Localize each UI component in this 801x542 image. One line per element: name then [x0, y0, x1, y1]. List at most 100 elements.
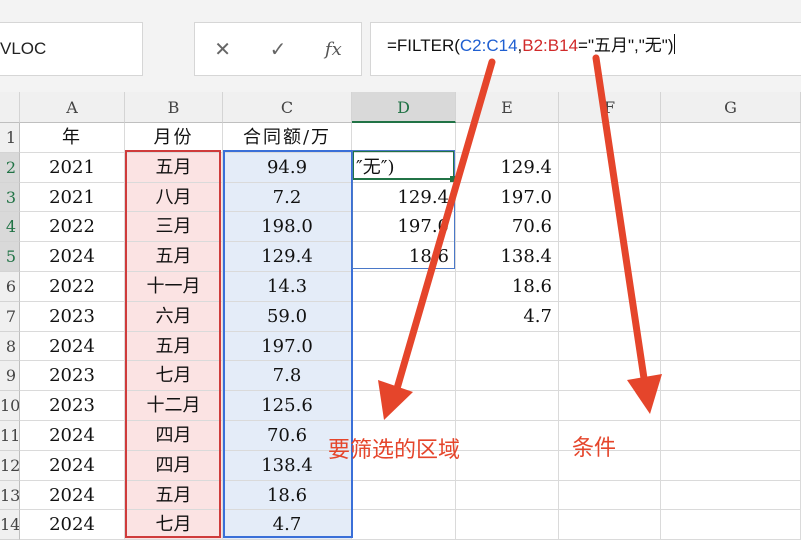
cell-b[interactable]: 十二月 — [125, 391, 223, 421]
cell-d[interactable]: 129.4 — [352, 183, 456, 212]
cell-g[interactable] — [661, 391, 801, 421]
row-header[interactable]: 7 — [0, 302, 20, 332]
cell-g[interactable] — [661, 212, 801, 242]
header-cell[interactable]: 年 — [20, 123, 125, 153]
row-header[interactable]: 6 — [0, 272, 20, 302]
cell-a[interactable]: 2022 — [20, 212, 125, 242]
cell-b[interactable]: 八月 — [125, 183, 223, 212]
cell-c[interactable]: 7.8 — [223, 361, 352, 391]
cell-f[interactable] — [559, 183, 661, 212]
cell-g[interactable] — [661, 183, 801, 212]
cell-f[interactable] — [559, 212, 661, 242]
cell-e[interactable] — [456, 391, 559, 421]
cell-g[interactable] — [661, 153, 801, 183]
header-cell[interactable] — [352, 123, 456, 153]
cell-e[interactable] — [456, 421, 559, 451]
column-header-c[interactable]: C — [223, 92, 352, 123]
cell-e[interactable]: 18.6 — [456, 272, 559, 302]
cell-d[interactable] — [352, 391, 456, 421]
cell-b[interactable]: 五月 — [125, 481, 223, 510]
row-header[interactable]: 13 — [0, 481, 20, 510]
cell-c[interactable]: 129.4 — [223, 242, 352, 272]
cell-a[interactable]: 2024 — [20, 332, 125, 361]
cell-f[interactable] — [559, 302, 661, 332]
row-header[interactable]: 9 — [0, 361, 20, 391]
cell-g[interactable] — [661, 481, 801, 510]
cell-c[interactable]: 14.3 — [223, 272, 352, 302]
cell-d[interactable] — [352, 272, 456, 302]
cell-e[interactable]: 138.4 — [456, 242, 559, 272]
cell-b[interactable]: 四月 — [125, 421, 223, 451]
cell-d[interactable] — [352, 302, 456, 332]
cell-e[interactable] — [456, 481, 559, 510]
cell-d[interactable]: 18.6 — [352, 242, 456, 272]
cell-g[interactable] — [661, 332, 801, 361]
cell-a[interactable]: 2023 — [20, 361, 125, 391]
cell-g[interactable] — [661, 451, 801, 481]
row-header[interactable]: 5 — [0, 242, 20, 272]
cell-g[interactable] — [661, 421, 801, 451]
row-header[interactable]: 12 — [0, 451, 20, 481]
cell-g[interactable] — [661, 361, 801, 391]
cell-c[interactable]: 59.0 — [223, 302, 352, 332]
name-box[interactable]: VLOC — [0, 22, 143, 76]
cell-a[interactable]: 2024 — [20, 451, 125, 481]
header-cell[interactable] — [559, 123, 661, 153]
cell-g[interactable] — [661, 242, 801, 272]
cell-c[interactable]: 7.2 — [223, 183, 352, 212]
cell-a[interactable]: 2023 — [20, 391, 125, 421]
select-all-corner[interactable] — [0, 92, 20, 123]
cell-f[interactable] — [559, 391, 661, 421]
row-header[interactable]: 11 — [0, 421, 20, 451]
column-header-b[interactable]: B — [125, 92, 223, 123]
cell-d[interactable]: 197.0 — [352, 212, 456, 242]
cell-a[interactable]: 2021 — [20, 153, 125, 183]
cell-c[interactable]: 125.6 — [223, 391, 352, 421]
cell-g[interactable] — [661, 302, 801, 332]
row-header[interactable]: 14 — [0, 510, 20, 540]
cell-c[interactable]: 198.0 — [223, 212, 352, 242]
column-header-d[interactable]: D — [352, 92, 456, 123]
cell-b[interactable]: 七月 — [125, 361, 223, 391]
cell-a[interactable]: 2024 — [20, 421, 125, 451]
row-header[interactable]: 4 — [0, 212, 20, 242]
cell-b[interactable]: 四月 — [125, 451, 223, 481]
cell-d[interactable] — [352, 481, 456, 510]
cell-b[interactable]: 三月 — [125, 212, 223, 242]
cell-f[interactable] — [559, 332, 661, 361]
cell-f[interactable] — [559, 272, 661, 302]
cell-a[interactable]: 2023 — [20, 302, 125, 332]
cell-d[interactable] — [352, 510, 456, 540]
cell-a[interactable]: 2024 — [20, 510, 125, 540]
cell-g[interactable] — [661, 510, 801, 540]
column-header-e[interactable]: E — [456, 92, 559, 123]
header-cell[interactable]: 合同额/万 — [223, 123, 352, 153]
row-header[interactable]: 1 — [0, 123, 20, 153]
cell-e[interactable]: 4.7 — [456, 302, 559, 332]
cell-e[interactable]: 129.4 — [456, 153, 559, 183]
column-header-g[interactable]: G — [661, 92, 801, 123]
cell-c[interactable]: 197.0 — [223, 332, 352, 361]
cell-a[interactable]: 2024 — [20, 242, 125, 272]
cell-f[interactable] — [559, 361, 661, 391]
cell-e[interactable] — [456, 361, 559, 391]
cell-d[interactable] — [352, 361, 456, 391]
row-header[interactable]: 2 — [0, 153, 20, 183]
fill-handle[interactable] — [450, 176, 456, 182]
cell-c[interactable]: 94.9 — [223, 153, 352, 183]
row-header[interactable]: 10 — [0, 391, 20, 421]
cell-g[interactable] — [661, 272, 801, 302]
cell-e[interactable] — [456, 332, 559, 361]
cell-a[interactable]: 2021 — [20, 183, 125, 212]
cell-c[interactable]: 18.6 — [223, 481, 352, 510]
insert-function-icon[interactable]: fx — [306, 39, 361, 60]
cell-b[interactable]: 五月 — [125, 153, 223, 183]
row-header[interactable]: 3 — [0, 183, 20, 212]
cell-a[interactable]: 2024 — [20, 481, 125, 510]
cell-e[interactable] — [456, 451, 559, 481]
cell-f[interactable] — [559, 242, 661, 272]
cell-b[interactable]: 五月 — [125, 332, 223, 361]
cell-e[interactable] — [456, 510, 559, 540]
header-cell[interactable] — [661, 123, 801, 153]
cell-e[interactable]: 197.0 — [456, 183, 559, 212]
